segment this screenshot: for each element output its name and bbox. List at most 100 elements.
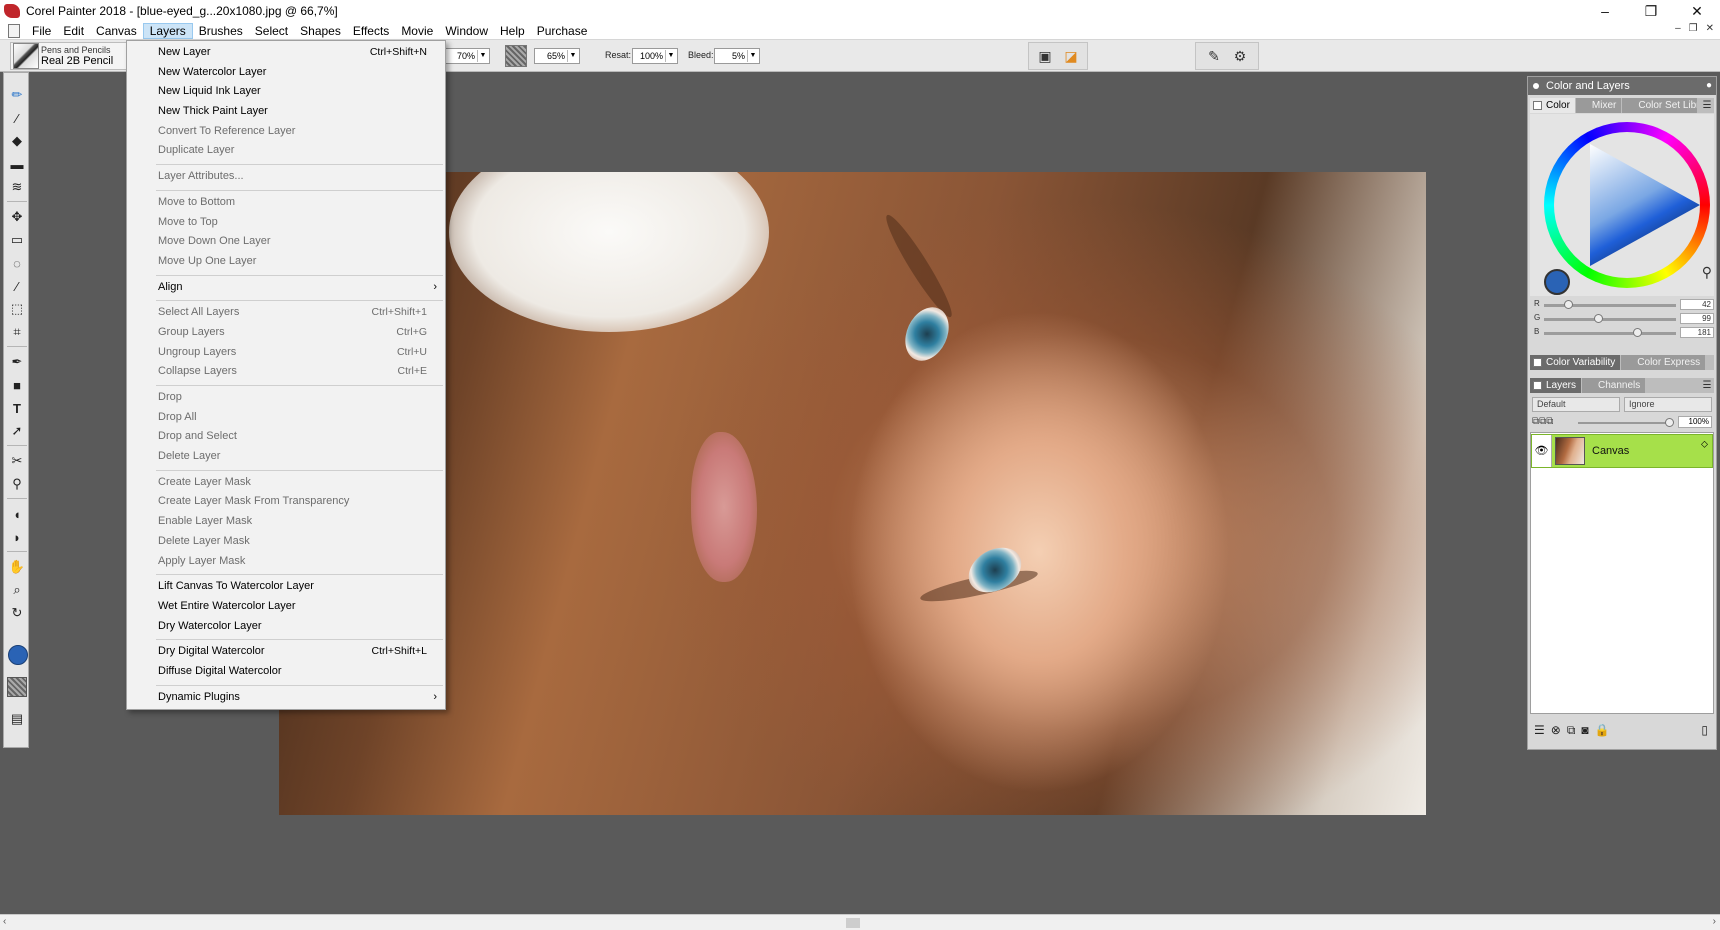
layer-options-icon[interactable]: ⧉⧉⧉: [1532, 416, 1553, 427]
menu-item-dynamic-plugins[interactable]: Dynamic Plugins ›: [127, 688, 445, 708]
opacity-slider-track[interactable]: [1578, 422, 1670, 424]
magic-wand-icon[interactable]: ⁄: [7, 276, 27, 296]
menu-brushes[interactable]: Brushes: [193, 23, 249, 39]
b-slider-knob[interactable]: [1633, 328, 1642, 337]
opacity-value-field[interactable]: 100%: [1678, 416, 1712, 428]
menu-item-new-thick-paint-layer[interactable]: New Thick Paint Layer: [127, 102, 445, 122]
close-icon[interactable]: [1533, 101, 1542, 110]
doc-close-button[interactable]: ✕: [1706, 23, 1714, 34]
chevron-down-icon[interactable]: ▼: [567, 50, 578, 62]
opacity-field[interactable]: 70% ▼: [440, 48, 490, 64]
media-selector-icon[interactable]: ▤: [7, 709, 27, 729]
tab-layers[interactable]: Layers: [1530, 378, 1583, 393]
b-value-field[interactable]: 181: [1680, 327, 1714, 338]
doc-minimize-button[interactable]: –: [1675, 23, 1681, 34]
transform-icon[interactable]: ⬚: [7, 299, 27, 319]
g-value-field[interactable]: 99: [1680, 313, 1714, 324]
menu-item-align[interactable]: Align ›: [127, 278, 445, 298]
menu-item-ungroup-layers[interactable]: Ungroup Layers Ctrl+U: [127, 343, 445, 363]
minimize-button[interactable]: –: [1582, 0, 1628, 22]
cloner-icon[interactable]: ✂: [7, 451, 27, 471]
menu-item-collapse-layers[interactable]: Collapse Layers Ctrl+E: [127, 362, 445, 382]
menu-item-drop-all[interactable]: Drop All: [127, 408, 445, 428]
tab-color-variability[interactable]: Color Variability: [1530, 355, 1622, 370]
lasso-icon[interactable]: ◌: [7, 253, 27, 273]
menu-help[interactable]: Help: [494, 23, 531, 39]
menu-item-move-to-bottom[interactable]: Move to Bottom: [127, 193, 445, 213]
tab-mixer[interactable]: Mixer: [1575, 98, 1623, 113]
menu-item-drop[interactable]: Drop: [127, 388, 445, 408]
rotate-page-icon[interactable]: ↻: [7, 603, 27, 623]
menu-item-new-watercolor-layer[interactable]: New Watercolor Layer: [127, 63, 445, 83]
menu-item-wet-entire-watercolor-layer[interactable]: Wet Entire Watercolor Layer: [127, 597, 445, 617]
close-icon[interactable]: [1533, 381, 1542, 390]
menu-item-dry-digital-watercolor[interactable]: Dry Digital Watercolor Ctrl+Shift+L: [127, 642, 445, 662]
composite-method-select[interactable]: Default: [1532, 397, 1620, 412]
bleed-field[interactable]: 5% ▼: [714, 48, 760, 64]
brush-icon[interactable]: ✏: [7, 85, 27, 105]
r-value-field[interactable]: 42: [1680, 299, 1714, 310]
scroll-left-icon[interactable]: ‹: [3, 916, 6, 927]
paint-bucket-icon[interactable]: ◆: [7, 131, 27, 151]
tab-color-set-libraries[interactable]: Color Set Libraries: [1622, 98, 1699, 113]
menu-item-lift-canvas-to-watercolor-layer[interactable]: Lift Canvas To Watercolor Layer: [127, 577, 445, 597]
blender-icon[interactable]: ≋: [7, 177, 27, 197]
menu-item-dry-watercolor-layer[interactable]: Dry Watercolor Layer: [127, 617, 445, 637]
menu-window[interactable]: Window: [439, 23, 494, 39]
menu-item-select-all-layers[interactable]: Select All Layers Ctrl+Shift+1: [127, 303, 445, 323]
document-icon[interactable]: [8, 23, 20, 38]
burn-icon[interactable]: ◗: [7, 527, 27, 547]
layer-stack-icon[interactable]: ☰: [1534, 723, 1545, 737]
brush-selector[interactable]: Pens and Pencils Real 2B Pencil: [10, 42, 128, 70]
restore-button[interactable]: ❐: [1628, 0, 1674, 22]
chevron-down-icon[interactable]: ▼: [747, 50, 758, 62]
main-color-chip[interactable]: [8, 645, 28, 665]
stroke-preview-icon[interactable]: ◪: [1061, 46, 1081, 66]
panel-menu-icon[interactable]: ☰: [1700, 378, 1714, 393]
dropper-icon[interactable]: ⚲: [1702, 264, 1712, 281]
tab-color[interactable]: Color: [1530, 98, 1576, 113]
pen-icon[interactable]: ✒: [7, 352, 27, 372]
link-icon[interactable]: ⊗: [1551, 723, 1561, 737]
menu-item-move-down-one-layer[interactable]: Move Down One Layer: [127, 232, 445, 252]
dodge-icon[interactable]: ◖: [7, 504, 27, 524]
menu-movie[interactable]: Movie: [395, 23, 439, 39]
menu-edit[interactable]: Edit: [57, 23, 90, 39]
menu-effects[interactable]: Effects: [347, 23, 395, 39]
gear-icon[interactable]: ⚙: [1230, 46, 1250, 66]
dab-preview-icon[interactable]: ▣: [1035, 46, 1055, 66]
pin-icon[interactable]: ⬦: [1701, 439, 1708, 450]
menu-item-duplicate-layer[interactable]: Duplicate Layer: [127, 141, 445, 161]
new-layer-icon[interactable]: ⧉: [1567, 723, 1576, 738]
layer-row[interactable]: 👁 Canvas ⬦: [1531, 434, 1713, 468]
menu-purchase[interactable]: Purchase: [531, 23, 594, 39]
grain-field[interactable]: 65% ▼: [534, 48, 580, 64]
dropper-icon[interactable]: ⁄: [7, 108, 27, 128]
tab-channels[interactable]: Channels: [1582, 378, 1647, 393]
menu-shapes[interactable]: Shapes: [294, 23, 347, 39]
menu-item-group-layers[interactable]: Group Layers Ctrl+G: [127, 323, 445, 343]
panel-menu-icon[interactable]: ☰: [1700, 98, 1714, 113]
layer-mask-icon[interactable]: ◙: [1581, 723, 1588, 737]
close-icon[interactable]: [1533, 358, 1542, 367]
magnifier-icon[interactable]: ⌕: [7, 580, 27, 600]
r-slider-knob[interactable]: [1564, 300, 1573, 309]
selection-adjuster-icon[interactable]: ➚: [7, 421, 27, 441]
move-icon[interactable]: ✥: [7, 207, 27, 227]
menu-item-delete-layer-mask[interactable]: Delete Layer Mask: [127, 532, 445, 552]
menu-item-apply-layer-mask[interactable]: Apply Layer Mask: [127, 552, 445, 572]
menu-item-new-layer[interactable]: New Layer Ctrl+Shift+N: [127, 43, 445, 63]
menu-item-layer-attributes[interactable]: Layer Attributes...: [127, 167, 445, 187]
text-icon[interactable]: T: [7, 398, 27, 418]
trash-icon[interactable]: ▯: [1701, 723, 1708, 737]
menu-item-convert-to-reference-layer[interactable]: Convert To Reference Layer: [127, 122, 445, 142]
menu-item-move-to-top[interactable]: Move to Top: [127, 213, 445, 233]
close-icon[interactable]: ●: [1706, 77, 1712, 95]
canvas-image[interactable]: [279, 172, 1426, 815]
menu-item-new-liquid-ink-layer[interactable]: New Liquid Ink Layer: [127, 82, 445, 102]
menu-item-move-up-one-layer[interactable]: Move Up One Layer: [127, 252, 445, 272]
chevron-down-icon[interactable]: ▼: [477, 50, 488, 62]
resat-field[interactable]: 100% ▼: [632, 48, 678, 64]
hue-ring[interactable]: [1544, 122, 1710, 288]
doc-restore-button[interactable]: ❐: [1689, 23, 1698, 34]
